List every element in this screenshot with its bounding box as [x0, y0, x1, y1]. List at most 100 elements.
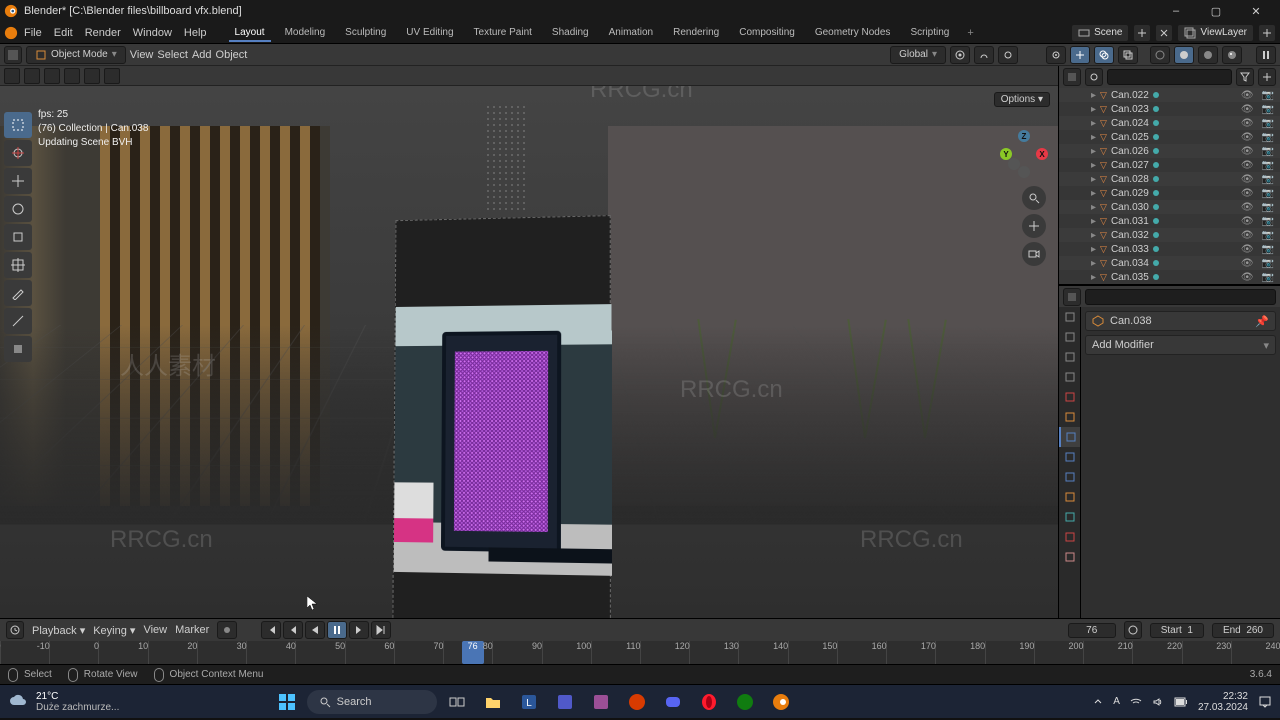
- prop-tab-material[interactable]: [1059, 527, 1080, 547]
- tl-marker[interactable]: Marker: [175, 624, 209, 636]
- select-mode-1[interactable]: [4, 68, 20, 84]
- tool-transform[interactable]: [4, 252, 32, 278]
- outliner-display-mode[interactable]: [1085, 68, 1103, 86]
- prop-tab-render[interactable]: [1059, 307, 1080, 327]
- gizmo-toggle[interactable]: [1070, 46, 1090, 64]
- pivot-dropdown[interactable]: [950, 46, 970, 64]
- shading-wireframe[interactable]: [1150, 46, 1170, 64]
- tool-scale[interactable]: [4, 224, 32, 250]
- jump-next-key[interactable]: [349, 621, 369, 639]
- overlay-toggle[interactable]: [1094, 46, 1114, 64]
- viewlayer-new-button[interactable]: [1258, 24, 1276, 42]
- viewport-3d[interactable]: fps: 25 (76) Collection | Can.038 Updati…: [0, 86, 1058, 618]
- app-blender[interactable]: [765, 688, 797, 716]
- proportional-edit[interactable]: [998, 46, 1018, 64]
- start-button[interactable]: [271, 688, 303, 716]
- select-mode-3[interactable]: [44, 68, 60, 84]
- app-opera[interactable]: [693, 688, 725, 716]
- workspace-shading[interactable]: Shading: [542, 24, 599, 41]
- menu-render[interactable]: Render: [79, 25, 127, 41]
- tray-lang[interactable]: A: [1113, 696, 1120, 707]
- select-mode-5[interactable]: [84, 68, 100, 84]
- snap-toggle[interactable]: [974, 46, 994, 64]
- play-reverse[interactable]: [305, 621, 325, 639]
- start-frame[interactable]: Start 1: [1150, 623, 1204, 638]
- outliner-row[interactable]: ▸▽Can.029👁📷: [1059, 186, 1280, 200]
- menu-window[interactable]: Window: [127, 25, 178, 41]
- end-frame[interactable]: End 260: [1212, 623, 1274, 638]
- maximize-button[interactable]: ▢: [1196, 0, 1236, 22]
- timeline-type[interactable]: [6, 621, 24, 639]
- pause-button[interactable]: [327, 621, 347, 639]
- close-button[interactable]: ✕: [1236, 0, 1276, 22]
- workspace-geonodes[interactable]: Geometry Nodes: [805, 24, 901, 41]
- outliner-row[interactable]: ▸▽Can.022👁📷: [1059, 88, 1280, 102]
- outliner-row[interactable]: ▸▽Can.026👁📷: [1059, 144, 1280, 158]
- select-mode-6[interactable]: [104, 68, 120, 84]
- app-3[interactable]: [585, 688, 617, 716]
- outliner-row[interactable]: ▸▽Can.025👁📷: [1059, 130, 1280, 144]
- camera-button[interactable]: [1022, 242, 1046, 266]
- workspace-add[interactable]: +: [959, 24, 981, 42]
- shading-solid[interactable]: [1174, 46, 1194, 64]
- mode-selector[interactable]: Object Mode ▾: [26, 46, 126, 64]
- minimize-button[interactable]: –: [1156, 0, 1196, 22]
- zoom-button[interactable]: [1022, 186, 1046, 210]
- taskbar-weather[interactable]: 21°CDuże zachmurze...: [8, 691, 119, 713]
- tool-rotate[interactable]: [4, 196, 32, 222]
- outliner-row[interactable]: ▸▽Can.030👁📷: [1059, 200, 1280, 214]
- app-4[interactable]: [621, 688, 653, 716]
- workspace-uv[interactable]: UV Editing: [396, 24, 463, 41]
- tl-playback[interactable]: Playback ▾: [32, 624, 85, 637]
- preview-range-toggle[interactable]: [1124, 621, 1142, 639]
- pan-button[interactable]: [1022, 214, 1046, 238]
- workspace-sculpting[interactable]: Sculpting: [335, 24, 396, 41]
- viewport-menu-object[interactable]: Object: [216, 49, 248, 61]
- workspace-modeling[interactable]: Modeling: [275, 24, 336, 41]
- prop-tab-particle[interactable]: [1059, 447, 1080, 467]
- properties-search[interactable]: [1085, 289, 1276, 305]
- tool-move[interactable]: [4, 168, 32, 194]
- viewport-menu-view[interactable]: View: [130, 49, 154, 61]
- outliner-type[interactable]: [1063, 68, 1081, 86]
- menu-help[interactable]: Help: [178, 25, 213, 41]
- tl-view[interactable]: View: [143, 624, 167, 636]
- visibility-dropdown[interactable]: [1046, 46, 1066, 64]
- shading-material[interactable]: [1198, 46, 1218, 64]
- workspace-texture[interactable]: Texture Paint: [464, 24, 542, 41]
- scene-delete-button[interactable]: [1155, 24, 1173, 42]
- taskbar-search[interactable]: Search: [307, 690, 437, 714]
- viewport-options[interactable]: Options ▾: [994, 92, 1050, 107]
- workspace-layout[interactable]: Layout: [225, 24, 275, 41]
- outliner-search[interactable]: [1107, 69, 1232, 85]
- active-object-field[interactable]: Can.038 📌: [1085, 311, 1276, 331]
- prop-tab-data[interactable]: [1059, 507, 1080, 527]
- prop-tab-view[interactable]: [1059, 347, 1080, 367]
- tool-add-primitive[interactable]: [4, 336, 32, 362]
- tool-annotate[interactable]: [4, 280, 32, 306]
- axis-x[interactable]: X: [1036, 148, 1048, 160]
- volume-icon[interactable]: [1152, 696, 1164, 708]
- outliner-new-collection[interactable]: [1258, 68, 1276, 86]
- app-1[interactable]: L: [513, 688, 545, 716]
- select-mode-4[interactable]: [64, 68, 80, 84]
- orientation-dropdown[interactable]: Global▾: [890, 46, 946, 64]
- outliner-row[interactable]: ▸▽Can.031👁📷: [1059, 214, 1280, 228]
- prop-tab-physics[interactable]: [1059, 467, 1080, 487]
- outliner-filter[interactable]: [1236, 68, 1254, 86]
- timeline-ruler[interactable]: 76 -20-100102030405060708090100110120130…: [0, 641, 1280, 664]
- wifi-icon[interactable]: [1130, 696, 1142, 708]
- outliner-row[interactable]: ▸▽Can.033👁📷: [1059, 242, 1280, 256]
- menu-edit[interactable]: Edit: [48, 25, 79, 41]
- prop-tab-modifier[interactable]: [1059, 427, 1080, 447]
- outliner-row[interactable]: ▸▽Can.032👁📷: [1059, 228, 1280, 242]
- jump-end[interactable]: [371, 621, 391, 639]
- app-xbox[interactable]: [729, 688, 761, 716]
- prop-tab-texture[interactable]: [1059, 547, 1080, 567]
- properties-type[interactable]: [1063, 288, 1081, 306]
- task-view[interactable]: [441, 688, 473, 716]
- outliner-row[interactable]: ▸▽Can.028👁📷: [1059, 172, 1280, 186]
- taskbar-clock[interactable]: 22:32 27.03.2024: [1198, 691, 1248, 713]
- outliner-row[interactable]: ▸▽Can.034👁📷: [1059, 256, 1280, 270]
- prop-tab-scene[interactable]: [1059, 367, 1080, 387]
